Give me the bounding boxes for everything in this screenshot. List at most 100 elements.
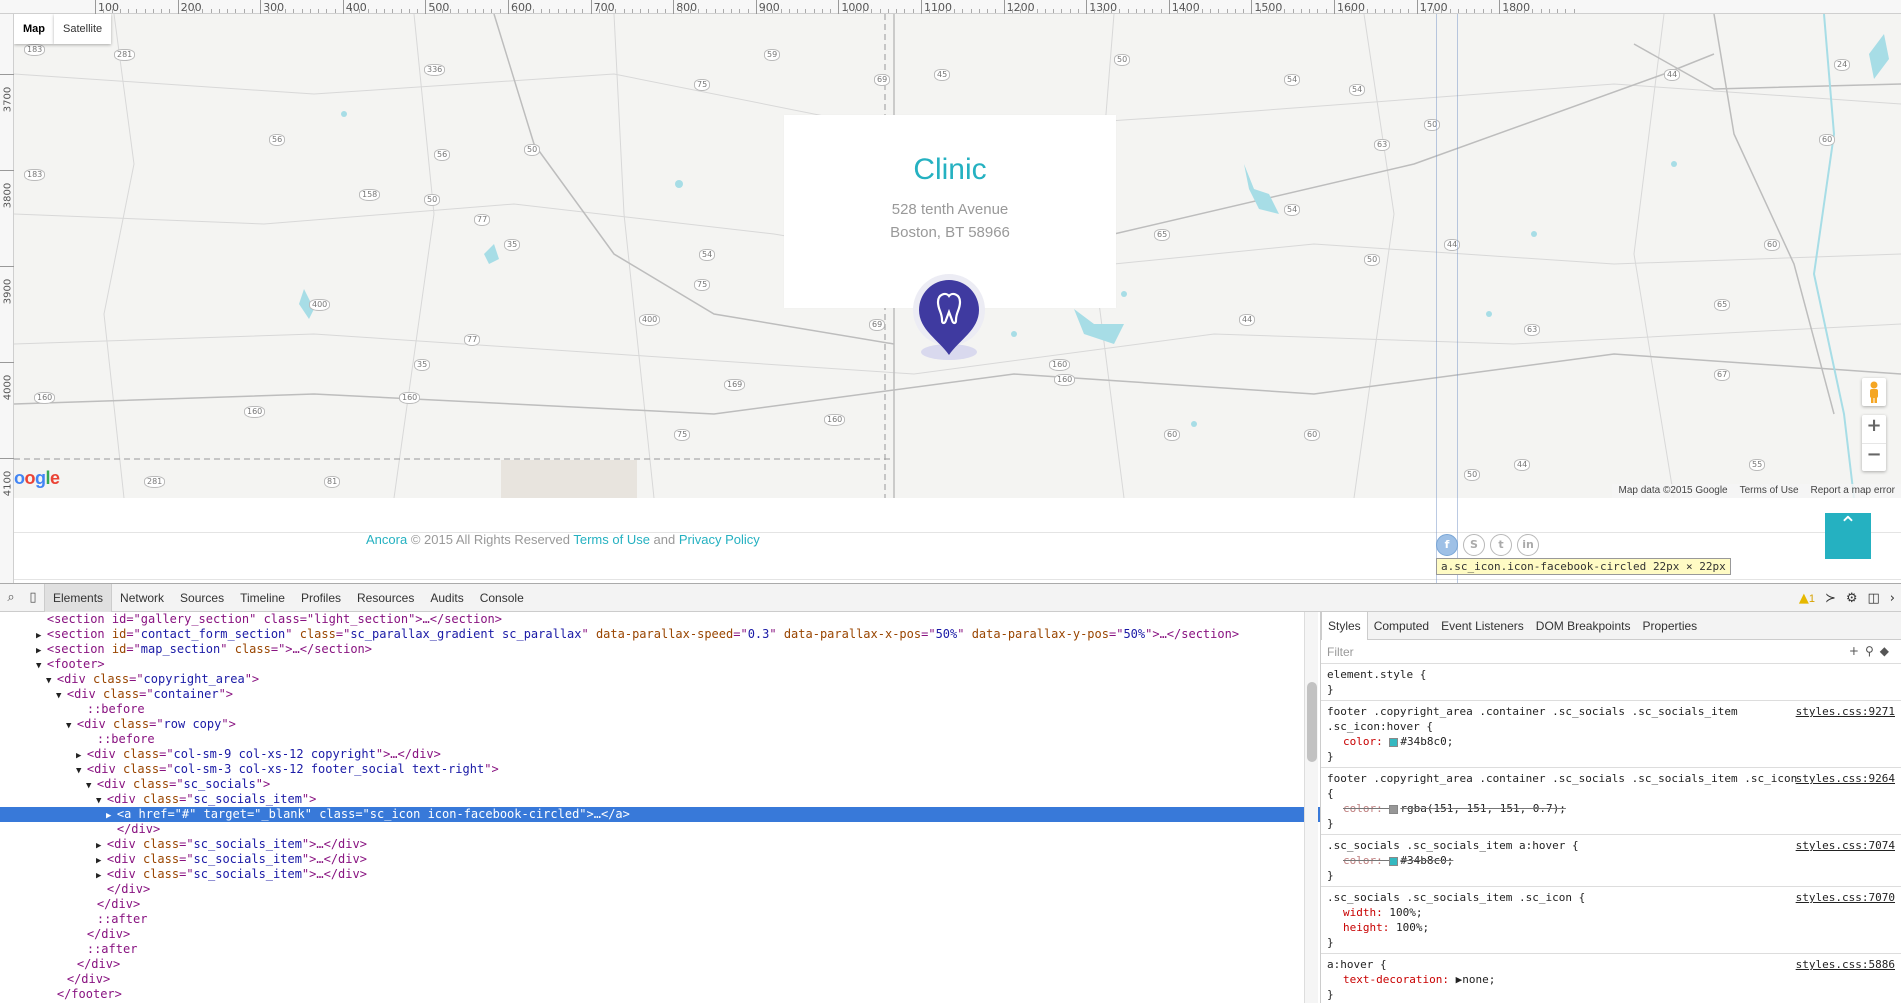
close-icon[interactable]: › bbox=[1890, 591, 1895, 606]
device-mode-icon[interactable]: ▯ bbox=[22, 590, 44, 605]
devtools-tab-profiles[interactable]: Profiles bbox=[293, 584, 349, 612]
rule-source-link[interactable]: styles.css:5886 bbox=[1796, 957, 1895, 972]
zoom-in-button[interactable]: + bbox=[1862, 415, 1886, 443]
css-property[interactable]: height: 100%; bbox=[1327, 920, 1895, 935]
styles-tab-properties[interactable]: Properties bbox=[1636, 612, 1703, 640]
styles-tab-event-listeners[interactable]: Event Listeners bbox=[1435, 612, 1530, 640]
dom-node[interactable]: </div> bbox=[0, 972, 1320, 987]
expand-arrow-icon[interactable]: ▼ bbox=[36, 661, 47, 671]
expand-arrow-icon[interactable]: ▶ bbox=[76, 751, 87, 761]
skype-icon[interactable]: S bbox=[1463, 534, 1485, 556]
rule-source-link[interactable]: styles.css:9271 bbox=[1796, 704, 1895, 719]
dom-node[interactable]: ▼ <div class="sc_socials_item"> bbox=[0, 792, 1320, 807]
devtools-tab-sources[interactable]: Sources bbox=[172, 584, 232, 612]
dom-node[interactable]: </div> bbox=[0, 927, 1320, 942]
devtools-tab-audits[interactable]: Audits bbox=[422, 584, 471, 612]
devtools-tab-timeline[interactable]: Timeline bbox=[232, 584, 293, 612]
css-rule[interactable]: .sc_socials .sc_socials_item .sc_icon {s… bbox=[1321, 887, 1901, 954]
console-drawer-icon[interactable]: ≻ bbox=[1825, 591, 1836, 606]
devtools-tab-network[interactable]: Network bbox=[112, 584, 172, 612]
dom-node[interactable]: ::before bbox=[0, 732, 1320, 747]
styles-toolbar-icons[interactable]: +⚲◆ bbox=[1849, 644, 1895, 658]
dom-tree-scrollbar[interactable] bbox=[1304, 612, 1318, 1003]
scroll-to-top-button[interactable]: ⌃ bbox=[1825, 513, 1871, 559]
dom-node[interactable]: ::after bbox=[0, 942, 1320, 957]
expand-arrow-icon[interactable]: ▶ bbox=[96, 841, 107, 851]
dom-node[interactable]: ▼ <div class="sc_socials"> bbox=[0, 777, 1320, 792]
dom-node[interactable]: </div> bbox=[0, 957, 1320, 972]
expand-arrow-icon[interactable]: ▼ bbox=[96, 796, 107, 806]
warning-icon[interactable]: ▲1 bbox=[1799, 591, 1815, 606]
terms-link[interactable]: Terms of Use bbox=[573, 532, 650, 547]
dom-node[interactable]: ▶ <section id="map_section" class=">…</s… bbox=[0, 642, 1320, 657]
dom-node[interactable]: ▶ <section id="contact_form_section" cla… bbox=[0, 627, 1320, 642]
dom-node[interactable]: ▼ <div class="container"> bbox=[0, 687, 1320, 702]
dom-node[interactable]: <section id="gallery_section" class="lig… bbox=[0, 612, 1320, 627]
expand-arrow-icon[interactable]: ▶ bbox=[96, 871, 107, 881]
css-property[interactable]: color: #34b8c0; bbox=[1327, 734, 1895, 749]
css-rule[interactable]: a:hover {styles.css:5886 text-decoration:… bbox=[1321, 954, 1901, 1003]
dom-node[interactable]: </div> bbox=[0, 882, 1320, 897]
zoom-out-button[interactable]: − bbox=[1862, 443, 1886, 471]
map-type-map-button[interactable]: Map bbox=[14, 14, 54, 44]
color-swatch-icon[interactable] bbox=[1389, 856, 1399, 866]
expand-arrow-icon[interactable]: ▼ bbox=[66, 721, 77, 731]
rule-source-link[interactable]: styles.css:7074 bbox=[1796, 838, 1895, 853]
css-property[interactable]: color: rgba(151, 151, 151, 0.7); bbox=[1327, 801, 1895, 816]
devtools-tab-console[interactable]: Console bbox=[472, 584, 532, 612]
expand-arrow-icon[interactable]: ▶ bbox=[36, 631, 47, 641]
css-property[interactable]: color: #34b8c0; bbox=[1327, 853, 1895, 868]
brand-link[interactable]: Ancora bbox=[366, 532, 407, 547]
google-map[interactable]: 183 281 336 75 59 69 45 50 54 56 50 56 183 158 50 77 35 5… bbox=[14, 14, 1901, 498]
css-rule[interactable]: footer .copyright_area .container .sc_so… bbox=[1321, 701, 1901, 768]
dom-node-selected[interactable]: ▶ <a href="#" target="_blank" class="sc_… bbox=[0, 807, 1320, 822]
map-type-satellite-button[interactable]: Satellite bbox=[54, 14, 112, 44]
dom-node[interactable]: ▼ <footer> bbox=[0, 657, 1320, 672]
scrollbar-thumb[interactable] bbox=[1307, 682, 1317, 762]
dom-node[interactable]: ▶ <div class="col-sm-9 col-xs-12 copyrig… bbox=[0, 747, 1320, 762]
twitter-icon[interactable]: t bbox=[1490, 534, 1512, 556]
css-rule[interactable]: element.style {} bbox=[1321, 664, 1901, 701]
expand-arrow-icon[interactable]: ▼ bbox=[86, 781, 97, 791]
expand-arrow-icon[interactable]: ▶ bbox=[36, 646, 47, 656]
dom-node[interactable]: ▼ <div class="row copy"> bbox=[0, 717, 1320, 732]
dom-node[interactable]: ▶ <div class="sc_socials_item">…</div> bbox=[0, 852, 1320, 867]
styles-filter[interactable]: Filter +⚲◆ bbox=[1321, 640, 1901, 664]
dom-node[interactable]: </div> bbox=[0, 897, 1320, 912]
dom-tree[interactable]: <section id="gallery_section" class="lig… bbox=[0, 612, 1320, 1003]
css-rule[interactable]: .sc_socials .sc_socials_item a:hover {st… bbox=[1321, 835, 1901, 887]
rule-source-link[interactable]: styles.css:7070 bbox=[1796, 890, 1895, 905]
dock-side-icon[interactable]: ◫ bbox=[1868, 591, 1880, 606]
dom-node[interactable]: ::after bbox=[0, 912, 1320, 927]
css-property[interactable]: width: 100%; bbox=[1327, 905, 1895, 920]
tooth-map-pin-icon[interactable] bbox=[911, 272, 987, 362]
google-logo[interactable]: oogle bbox=[14, 468, 60, 489]
street-view-pegman-icon[interactable] bbox=[1862, 378, 1886, 406]
dom-node[interactable]: ▶ <div class="sc_socials_item">…</div> bbox=[0, 837, 1320, 852]
privacy-link[interactable]: Privacy Policy bbox=[679, 532, 760, 547]
expand-arrow-icon[interactable]: ▼ bbox=[46, 676, 57, 686]
devtools-tab-elements[interactable]: Elements bbox=[44, 583, 113, 612]
css-property[interactable]: text-decoration: ▶none; bbox=[1327, 972, 1895, 987]
devtools-tab-resources[interactable]: Resources bbox=[349, 584, 422, 612]
color-swatch-icon[interactable] bbox=[1389, 804, 1399, 814]
expand-arrow-icon[interactable]: ▶ bbox=[106, 811, 117, 821]
color-swatch-icon[interactable] bbox=[1389, 737, 1399, 747]
styles-tab-computed[interactable]: Computed bbox=[1368, 612, 1435, 640]
linkedin-icon[interactable]: in bbox=[1517, 534, 1539, 556]
dom-node[interactable]: ▶ <div class="sc_socials_item">…</div> bbox=[0, 867, 1320, 882]
dom-node[interactable]: </footer> bbox=[0, 987, 1320, 1002]
settings-gear-icon[interactable]: ⚙ bbox=[1846, 591, 1858, 606]
styles-tab-dom-breakpoints[interactable]: DOM Breakpoints bbox=[1530, 612, 1637, 640]
map-terms-link[interactable]: Terms of Use bbox=[1740, 484, 1799, 498]
styles-tab-styles[interactable]: Styles bbox=[1321, 612, 1368, 640]
dom-node[interactable]: ▼ <div class="col-sm-3 col-xs-12 footer_… bbox=[0, 762, 1320, 777]
report-map-error-link[interactable]: Report a map error bbox=[1811, 484, 1895, 498]
inspect-search-icon[interactable]: ⌕ bbox=[0, 590, 22, 605]
css-rule[interactable]: footer .copyright_area .container .sc_so… bbox=[1321, 768, 1901, 835]
dom-node[interactable]: ▼ <div class="copyright_area"> bbox=[0, 672, 1320, 687]
expand-arrow-icon[interactable]: ▼ bbox=[56, 691, 67, 701]
dom-node[interactable]: ::before bbox=[0, 702, 1320, 717]
expand-arrow-icon[interactable]: ▶ bbox=[96, 856, 107, 866]
dom-node[interactable]: </div> bbox=[0, 822, 1320, 837]
